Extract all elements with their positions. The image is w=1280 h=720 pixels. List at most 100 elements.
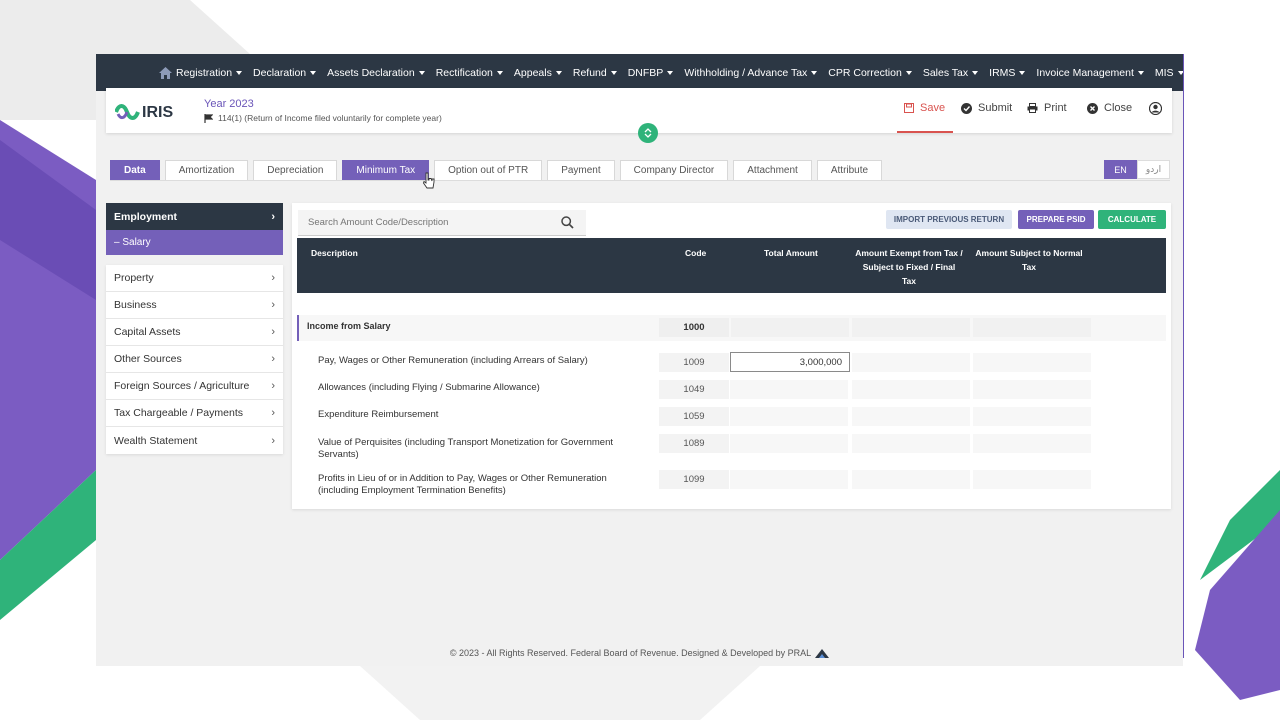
nav-invoice-management[interactable]: Invoice Management xyxy=(1036,67,1144,79)
nav-cpr-correction[interactable]: CPR Correction xyxy=(828,67,912,79)
caret-down-icon xyxy=(418,70,425,75)
search-input[interactable] xyxy=(308,217,548,228)
section-total-cell xyxy=(731,318,849,337)
tab-divider xyxy=(110,180,1170,181)
nav-mis[interactable]: MIS xyxy=(1155,67,1183,79)
nav-declaration[interactable]: Declaration xyxy=(253,67,317,79)
row-label: Expenditure Reimbursement xyxy=(318,409,439,420)
check-circle-icon xyxy=(961,102,972,114)
tab-minimum-tax[interactable]: Minimum Tax xyxy=(342,160,430,181)
section-exempt-cell xyxy=(852,318,970,337)
chevron-right-icon: › xyxy=(271,326,275,338)
year-title: Year 2023 xyxy=(204,98,254,110)
search-box xyxy=(298,210,586,236)
total-amount-input[interactable]: 3,000,000 xyxy=(730,352,850,372)
lang-en-button[interactable]: EN xyxy=(1104,160,1137,179)
caret-down-icon xyxy=(1137,70,1144,75)
section-normal-cell xyxy=(973,318,1091,337)
exempt-amount-input[interactable] xyxy=(852,380,970,399)
tab-bar: Data Amortization Depreciation Minimum T… xyxy=(110,160,887,181)
caret-down-icon xyxy=(610,70,617,75)
total-amount-input[interactable] xyxy=(730,434,848,453)
save-icon xyxy=(904,103,914,113)
language-switch: EN اردو xyxy=(1104,160,1170,179)
close-button[interactable]: Close xyxy=(1087,102,1132,114)
sidebar-salary[interactable]: – Salary xyxy=(106,230,283,255)
print-button[interactable]: Print xyxy=(1027,102,1067,114)
search-icon[interactable] xyxy=(561,216,574,229)
nav-irms[interactable]: IRMS xyxy=(989,67,1026,79)
tab-depreciation[interactable]: Depreciation xyxy=(253,160,338,181)
submit-button[interactable]: Submit xyxy=(961,102,1012,114)
nav-assets-declaration[interactable]: Assets Declaration xyxy=(327,67,425,79)
nav-registration[interactable]: Registration xyxy=(176,67,243,79)
total-amount-input[interactable] xyxy=(730,470,848,489)
calculate-button[interactable]: CALCULATE xyxy=(1098,210,1166,229)
save-underline xyxy=(897,131,953,133)
row-label: Value of Perquisites (including Transpor… xyxy=(318,437,614,460)
section-code: 1000 xyxy=(659,318,729,337)
caret-down-icon xyxy=(667,70,674,75)
tab-payment[interactable]: Payment xyxy=(547,160,615,181)
exempt-amount-input[interactable] xyxy=(852,353,970,372)
sidebar-item-wealth-statement[interactable]: Wealth Statement › xyxy=(106,427,283,454)
caret-down-icon xyxy=(555,70,562,75)
collapse-toggle-button[interactable] xyxy=(638,123,658,143)
sidebar-item-tax-chargeable[interactable]: Tax Chargeable / Payments › xyxy=(106,400,283,427)
sidebar-item-capital-assets[interactable]: Capital Assets › xyxy=(106,319,283,346)
import-previous-return-button[interactable]: IMPORT PREVIOUS RETURN xyxy=(886,210,1012,229)
exempt-amount-input[interactable] xyxy=(852,434,970,453)
caret-down-icon xyxy=(310,70,317,75)
tab-data[interactable]: Data xyxy=(110,160,160,181)
chevron-right-icon: › xyxy=(271,210,275,223)
row-label: Allowances (including Flying / Submarine… xyxy=(318,382,540,393)
main-panel: IMPORT PREVIOUS RETURN PREPARE PSID CALC… xyxy=(292,203,1171,509)
chevron-right-icon: › xyxy=(271,380,275,392)
chevron-right-icon: › xyxy=(271,272,275,284)
sidebar-item-other-sources[interactable]: Other Sources › xyxy=(106,346,283,373)
row-code: 1059 xyxy=(659,407,729,426)
nav-refund[interactable]: Refund xyxy=(573,67,617,79)
sidebar-employment[interactable]: Employment › xyxy=(106,203,283,230)
iris-logo: IRIS xyxy=(115,104,173,121)
flag-icon xyxy=(204,113,213,123)
row-code: 1049 xyxy=(659,380,729,399)
tab-option-out-of-ptr[interactable]: Option out of PTR xyxy=(434,160,543,181)
exempt-amount-input[interactable] xyxy=(852,407,970,426)
table-header: Description Code Total Amount Amount Exe… xyxy=(297,238,1166,293)
top-navigation: Registration Declaration Assets Declarat… xyxy=(96,54,1183,91)
normal-tax-amount-input[interactable] xyxy=(973,407,1091,426)
prepare-psid-button[interactable]: PREPARE PSID xyxy=(1018,210,1094,229)
user-icon[interactable] xyxy=(1149,102,1162,115)
tab-company-director[interactable]: Company Director xyxy=(619,160,729,181)
nav-dnfbp[interactable]: DNFBP xyxy=(628,67,674,79)
normal-tax-amount-input[interactable] xyxy=(973,470,1091,489)
tab-attribute[interactable]: Attribute xyxy=(816,160,883,181)
sidebar-item-foreign-sources[interactable]: Foreign Sources / Agriculture › xyxy=(106,373,283,400)
exempt-amount-input[interactable] xyxy=(852,470,970,489)
tab-amortization[interactable]: Amortization xyxy=(164,160,249,181)
caret-down-icon xyxy=(236,70,243,75)
nav-rectification[interactable]: Rectification xyxy=(436,67,503,79)
save-button[interactable]: Save xyxy=(904,102,945,114)
footer-text: © 2023 - All Rights Reserved. Federal Bo… xyxy=(449,648,812,658)
nav-sales-tax[interactable]: Sales Tax xyxy=(923,67,979,79)
nav-appeals[interactable]: Appeals xyxy=(514,67,562,79)
home-icon[interactable] xyxy=(159,66,172,79)
nav-withholding[interactable]: Withholding / Advance Tax xyxy=(684,67,818,79)
caret-down-icon xyxy=(972,70,979,75)
total-amount-input[interactable] xyxy=(730,407,848,426)
lang-urdu-button[interactable]: اردو xyxy=(1137,160,1170,179)
sidebar-item-business[interactable]: Business › xyxy=(106,292,283,319)
normal-tax-amount-input[interactable] xyxy=(973,380,1091,399)
col-normal-tax-amount: Amount Subject to Normal Tax xyxy=(975,248,1083,272)
normal-tax-amount-input[interactable] xyxy=(973,434,1091,453)
tab-attachment[interactable]: Attachment xyxy=(733,160,812,181)
app-window: Registration Declaration Assets Declarat… xyxy=(96,54,1183,666)
normal-tax-amount-input[interactable] xyxy=(973,353,1091,372)
section-label: Income from Salary xyxy=(307,321,391,331)
total-amount-input[interactable] xyxy=(730,380,848,399)
sidebar-item-property[interactable]: Property › xyxy=(106,265,283,292)
col-description: Description xyxy=(311,248,358,258)
row-code: 1089 xyxy=(659,434,729,453)
